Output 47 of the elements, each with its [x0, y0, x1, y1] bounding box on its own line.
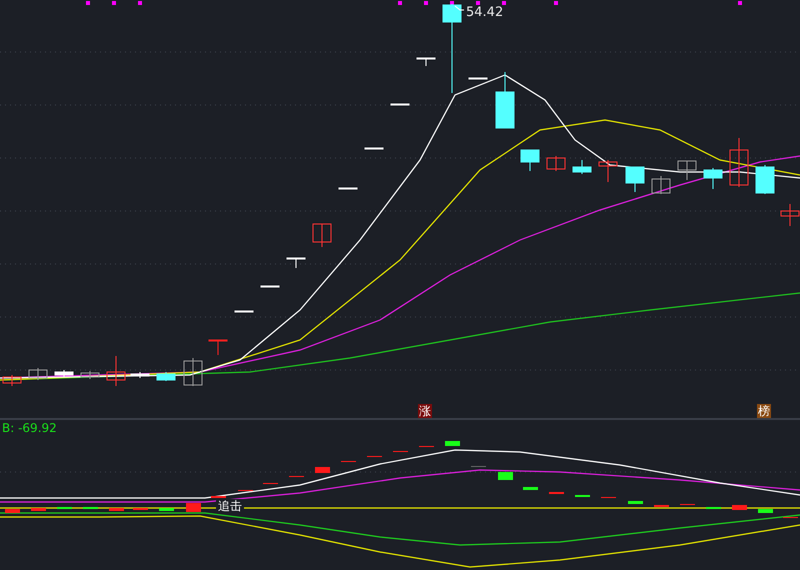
- candlestick: [208, 340, 228, 356]
- candlestick: [234, 310, 254, 312]
- candlestick: [652, 176, 670, 194]
- histogram-bar: [758, 509, 773, 513]
- candlestick: [756, 164, 774, 194]
- histogram-bar: [523, 487, 538, 490]
- histogram-bar: [5, 509, 20, 513]
- candlestick: [80, 370, 100, 380]
- signal-label: 追击: [216, 499, 244, 513]
- signal-marker: 榜: [757, 404, 771, 418]
- candlestick: [520, 150, 540, 172]
- candlestick: [338, 188, 358, 190]
- candlestick: [704, 168, 722, 190]
- candlestick: [546, 156, 566, 172]
- signal-marker: 涨: [418, 404, 432, 418]
- candlestick: [390, 104, 410, 106]
- histogram-bar: [628, 501, 643, 504]
- candlestick: [2, 374, 22, 386]
- candlestick: [106, 356, 126, 386]
- histogram-bar: [732, 505, 747, 510]
- candlestick: [598, 160, 618, 182]
- candlestick: [496, 72, 514, 128]
- high-price-label: 54.42: [466, 6, 504, 19]
- candlestick: [260, 286, 280, 288]
- histogram-bar: [109, 508, 124, 511]
- histogram-bar: [186, 503, 201, 512]
- candlestick: [626, 166, 644, 192]
- candlestick: [28, 368, 48, 380]
- candlestick: [572, 160, 592, 174]
- indicator-reading: B: -69.92: [2, 421, 57, 435]
- candlestick: [156, 372, 176, 382]
- histogram-bar: [315, 467, 330, 473]
- candlestick: [312, 224, 332, 248]
- candlestick: [468, 78, 488, 80]
- candlestick: [730, 138, 748, 188]
- candlestick: [416, 58, 436, 66]
- histogram-bar: [31, 508, 46, 511]
- histogram-bar: [498, 472, 513, 480]
- leader-line: [454, 6, 464, 10]
- histogram-bar: [445, 441, 460, 446]
- candlestick: [780, 204, 800, 226]
- candlestick: [54, 370, 74, 378]
- candlestick: [286, 258, 306, 268]
- candlestick: [184, 358, 202, 386]
- candlestick: [678, 160, 696, 180]
- histogram-bar: [159, 508, 174, 511]
- candlestick: [364, 148, 384, 150]
